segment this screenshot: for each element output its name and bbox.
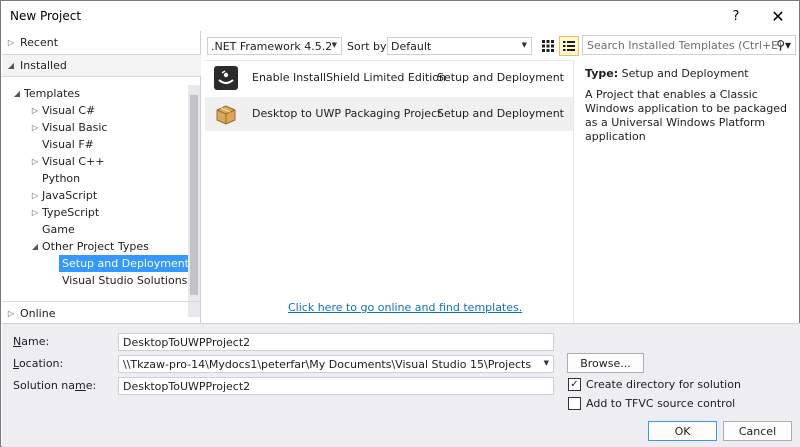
new-project-dialog: New Project ? ✕ ▷ Recent ◢ Installed ◢ T… bbox=[0, 0, 800, 447]
scrollbar-thumb[interactable] bbox=[190, 95, 198, 295]
tree-item-other-project-types[interactable]: ◢ Other Project Types bbox=[28, 238, 149, 255]
small-icons-view-button[interactable] bbox=[538, 36, 558, 56]
framework-select[interactable]: .NET Framework 4.5.2 ▼ bbox=[207, 37, 342, 55]
search-templates-input[interactable]: Search Installed Templates (Ctrl+E) ⚲▾ bbox=[582, 35, 796, 55]
expand-arrow-icon[interactable]: ▷ bbox=[28, 106, 42, 115]
dialog-title: New Project bbox=[10, 9, 82, 23]
tree-item-label: Templates bbox=[24, 87, 80, 100]
location-label: Location: bbox=[13, 357, 64, 370]
list-view-button[interactable] bbox=[559, 36, 579, 56]
framework-value: .NET Framework 4.5.2 bbox=[211, 39, 333, 53]
close-button[interactable]: ✕ bbox=[761, 1, 795, 31]
checkbox-checked-icon[interactable]: ✓ bbox=[568, 378, 581, 391]
tree-item-label: Visual F# bbox=[42, 138, 94, 151]
project-settings-form: Name: DesktopToUWPProject2 Location: \\T… bbox=[2, 323, 800, 447]
template-tree: ◢ Templates ▷ Visual C# ▷ Visual Basic V… bbox=[2, 85, 192, 295]
tree-item-label: Visual Basic bbox=[42, 121, 108, 134]
section-recent-label: Recent bbox=[20, 36, 59, 49]
list-view-icon bbox=[563, 41, 575, 51]
location-select[interactable]: \\Tkzaw-pro-14\Mydocs1\peterfar\My Docum… bbox=[118, 355, 554, 373]
package-box-icon bbox=[214, 102, 238, 126]
section-online[interactable]: ▷ Online bbox=[2, 301, 201, 324]
tree-scrollbar[interactable] bbox=[188, 85, 200, 317]
name-label: Name: bbox=[13, 335, 50, 348]
project-name-input[interactable]: DesktopToUWPProject2 bbox=[118, 333, 554, 351]
create-directory-label: Create directory for solution bbox=[586, 378, 741, 391]
expand-arrow-icon[interactable]: ▷ bbox=[28, 208, 42, 217]
grid-view-icon bbox=[542, 40, 554, 52]
find-templates-online-link[interactable]: Click here to go online and find templat… bbox=[288, 301, 522, 314]
section-online-label: Online bbox=[20, 306, 56, 320]
chevron-down-icon: ▼ bbox=[521, 41, 527, 49]
add-to-tfvc-checkbox[interactable]: Add to TFVC source control bbox=[568, 397, 735, 410]
tree-item-label: Setup and Deployment bbox=[62, 257, 189, 270]
template-row-desktop-to-uwp[interactable]: Desktop to UWP Packaging Project Setup a… bbox=[205, 97, 573, 131]
chevron-down-icon: ▼ bbox=[331, 41, 337, 49]
tree-item-visual-studio-solutions[interactable]: Visual Studio Solutions bbox=[62, 272, 187, 289]
template-list: Enable InstallShield Limited Edition Set… bbox=[205, 60, 573, 323]
browse-button[interactable]: Browse... bbox=[567, 353, 644, 373]
tree-item-visual-basic[interactable]: ▷ Visual Basic bbox=[28, 119, 108, 136]
tree-item-label: Visual C# bbox=[42, 104, 96, 117]
help-button[interactable]: ? bbox=[719, 1, 753, 31]
collapse-arrow-icon[interactable]: ◢ bbox=[10, 89, 24, 98]
type-value: Setup and Deployment bbox=[621, 67, 749, 80]
expand-arrow-icon[interactable]: ▷ bbox=[28, 191, 42, 200]
tree-item-label: JavaScript bbox=[42, 189, 98, 202]
search-placeholder: Search Installed Templates (Ctrl+E) bbox=[587, 38, 783, 52]
tree-item-label: TypeScript bbox=[42, 206, 100, 219]
sort-by-label: Sort by: bbox=[347, 40, 390, 53]
tree-item-game[interactable]: Game bbox=[28, 221, 75, 238]
checkbox-unchecked-icon[interactable] bbox=[568, 397, 581, 410]
template-name: Enable InstallShield Limited Edition bbox=[252, 71, 446, 84]
search-icon[interactable]: ⚲▾ bbox=[776, 38, 791, 52]
section-recent[interactable]: ▷ Recent bbox=[2, 31, 201, 54]
expand-arrow-icon[interactable]: ▷ bbox=[28, 123, 42, 132]
collapse-arrow-icon: ◢ bbox=[7, 61, 15, 70]
tree-item-label: Visual C++ bbox=[42, 155, 105, 168]
expand-arrow-icon[interactable]: ▷ bbox=[28, 157, 42, 166]
tree-item-visual-fsharp[interactable]: Visual F# bbox=[28, 136, 94, 153]
sort-by-select[interactable]: Default ▼ bbox=[387, 37, 532, 55]
add-to-tfvc-label: Add to TFVC source control bbox=[586, 397, 736, 410]
tree-item-visual-cpp[interactable]: ▷ Visual C++ bbox=[28, 153, 105, 170]
expand-arrow-icon: ▷ bbox=[7, 38, 15, 47]
location-value: \\Tkzaw-pro-14\Mydocs1\peterfar\My Docum… bbox=[123, 357, 532, 371]
template-row-installshield[interactable]: Enable InstallShield Limited Edition Set… bbox=[205, 61, 573, 95]
tree-item-setup-and-deployment[interactable]: Setup and Deployment bbox=[59, 255, 192, 272]
template-category: Setup and Deployment bbox=[437, 107, 564, 120]
create-directory-checkbox[interactable]: ✓ Create directory for solution bbox=[568, 378, 741, 391]
description-text: A Project that enables a Classic Windows… bbox=[585, 88, 787, 143]
template-description-pane: Type: Setup and Deployment A Project tha… bbox=[573, 60, 798, 323]
tree-item-python[interactable]: Python bbox=[28, 170, 80, 187]
section-installed-label: Installed bbox=[20, 59, 67, 72]
tree-item-templates[interactable]: ◢ Templates bbox=[10, 85, 80, 102]
expand-arrow-icon: ▷ bbox=[7, 308, 15, 318]
cancel-button[interactable]: Cancel bbox=[723, 421, 792, 441]
template-name: Desktop to UWP Packaging Project bbox=[252, 107, 442, 120]
solution-name-input[interactable]: DesktopToUWPProject2 bbox=[118, 377, 554, 395]
tree-item-visual-csharp[interactable]: ▷ Visual C# bbox=[28, 102, 95, 119]
tree-item-label: Visual Studio Solutions bbox=[62, 274, 188, 287]
title-bar: New Project ? ✕ bbox=[1, 1, 799, 31]
tree-item-javascript[interactable]: ▷ JavaScript bbox=[28, 187, 97, 204]
category-pane: ▷ Recent ◢ Installed ◢ Templates ▷ Visua… bbox=[2, 31, 201, 323]
tree-item-label: Other Project Types bbox=[42, 240, 149, 253]
ok-button[interactable]: OK bbox=[648, 421, 717, 441]
tree-item-typescript[interactable]: ▷ TypeScript bbox=[28, 204, 99, 221]
installshield-icon bbox=[214, 66, 238, 90]
solution-name-label: Solution name: bbox=[13, 379, 97, 392]
sort-by-value: Default bbox=[391, 39, 432, 53]
section-installed[interactable]: ◢ Installed bbox=[2, 54, 201, 77]
type-label: Type: bbox=[585, 67, 619, 80]
template-category: Setup and Deployment bbox=[437, 71, 564, 84]
type-line: Type: Setup and Deployment bbox=[585, 67, 787, 80]
tree-item-label: Python bbox=[42, 172, 81, 185]
collapse-arrow-icon[interactable]: ◢ bbox=[28, 242, 42, 251]
chevron-down-icon: ▼ bbox=[543, 359, 549, 367]
tree-item-label: Game bbox=[42, 223, 75, 236]
